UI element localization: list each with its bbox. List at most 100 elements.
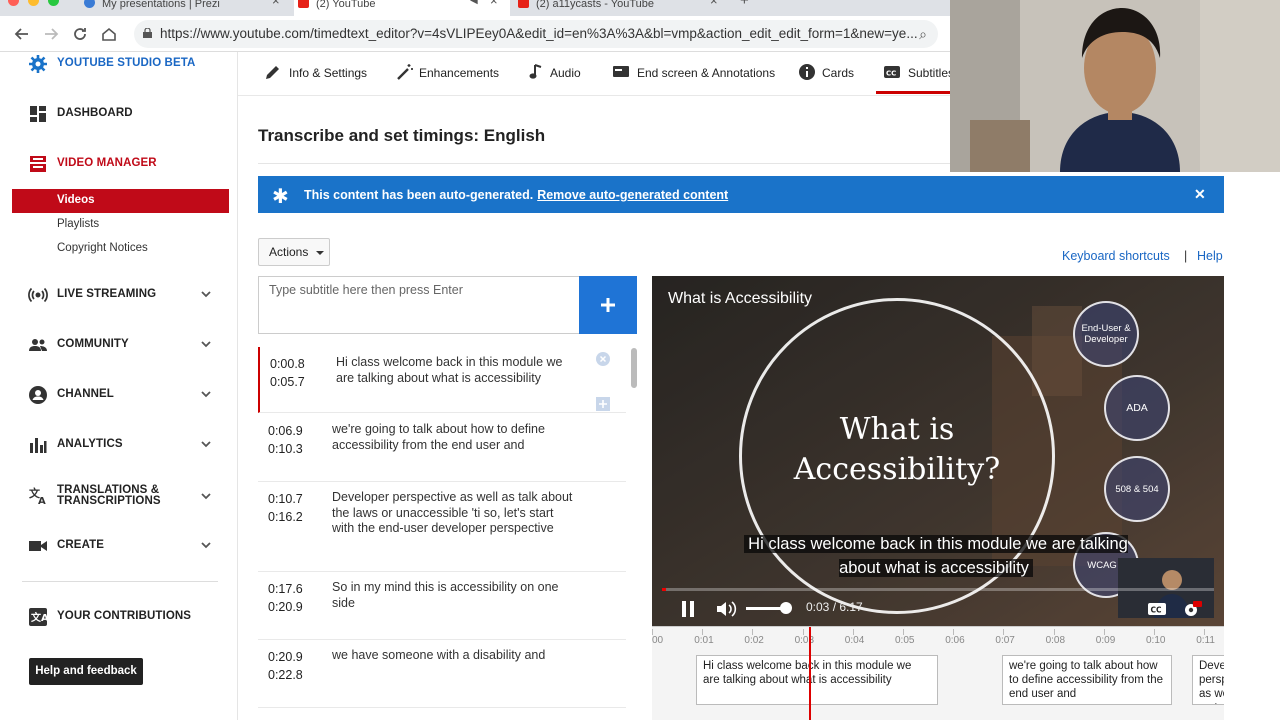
sidebar-subitem-copyright[interactable]: Copyright Notices — [57, 242, 148, 254]
tab-label: Cards — [822, 66, 855, 80]
help-link[interactable]: Help — [1197, 249, 1223, 263]
tab-cards[interactable]: Cards — [798, 62, 868, 86]
sidebar-label: COMMUNITY — [57, 338, 129, 350]
banner-message: This content has been auto-generated. Rem… — [304, 188, 728, 202]
close-tab-icon[interactable]: × — [710, 0, 718, 7]
plus-icon — [601, 298, 615, 312]
new-tab-button[interactable]: + — [736, 0, 756, 16]
caption-timeline[interactable]: 00 0:01 0:02 0:03 0:04 0:05 0:06 0:07 0:08 0:09 0:… — [652, 626, 1224, 720]
studio-brand[interactable]: YOUTUBE STUDIO BETA — [0, 52, 238, 76]
tab-enhancements[interactable]: Enhancements — [396, 62, 506, 86]
sidebar-subitem-playlists[interactable]: Playlists — [57, 218, 99, 230]
caption-row[interactable]: 0:00.8 0:05.7 Hi class welcome back in t… — [258, 347, 626, 413]
caption-text[interactable]: we have someone with a disability and — [332, 648, 578, 664]
live-streaming-icon — [28, 287, 48, 303]
tab-prezi[interactable]: My presentations | Prezi × — [80, 0, 290, 16]
caption-end-time[interactable]: 0:16.2 — [268, 508, 303, 526]
delete-caption-icon[interactable] — [596, 352, 610, 366]
subtitle-input[interactable]: Type subtitle here then press Enter — [258, 276, 580, 334]
url-text: https://www.youtube.com/timedtext_editor… — [160, 26, 918, 41]
remove-auto-generated-link[interactable]: Remove auto-generated content — [537, 188, 728, 202]
sidebar-item-dashboard[interactable]: DASHBOARD — [0, 102, 238, 126]
caption-start-time[interactable]: 0:10.7 — [268, 490, 303, 508]
tab-end-screen[interactable]: End screen & Annotations — [612, 62, 775, 86]
close-tab-icon[interactable]: × — [490, 0, 498, 7]
slide-title-line-2: Accessibility? — [793, 452, 1001, 487]
keyboard-shortcuts-link[interactable]: Keyboard shortcuts — [1062, 249, 1170, 263]
home-button[interactable] — [99, 24, 119, 44]
sidebar-item-analytics[interactable]: ANALYTICS — [0, 433, 238, 457]
tab-subtitles[interactable]: CC Subtitles — [883, 62, 953, 86]
sidebar-label: CREATE — [57, 539, 105, 551]
sidebar-item-translations[interactable]: 文A TRANSLATIONS & TRANSCRIPTIONS — [0, 483, 238, 511]
caption-text[interactable]: So in my mind this is accessibility on o… — [332, 580, 578, 611]
pause-icon[interactable] — [680, 600, 696, 618]
caption-row[interactable]: 0:17.6 0:20.9 So in my mind this is acce… — [258, 572, 626, 640]
tab-info-settings[interactable]: Info & Settings — [264, 62, 374, 86]
volume-knob[interactable] — [779, 602, 792, 614]
caption-list-scrollbar[interactable] — [631, 348, 637, 388]
timeline-caption-block[interactable]: Hi class welcome back in this module we … — [696, 655, 938, 705]
caption-row[interactable]: 0:10.7 0:16.2 Developer perspective as w… — [258, 482, 626, 572]
sidebar-item-videos-selected[interactable] — [12, 189, 229, 213]
sidebar-subitem-videos[interactable]: Videos — [57, 194, 95, 206]
timeline-caption-block[interactable]: Developer perspective as well as talk ab… — [1192, 655, 1224, 705]
settings-gear-icon[interactable] — [1182, 600, 1202, 618]
back-button[interactable] — [12, 24, 32, 44]
video-progress-bar[interactable] — [662, 588, 1214, 591]
caption-end-time[interactable]: 0:20.9 — [268, 598, 303, 616]
insert-caption-icon[interactable] — [596, 397, 610, 411]
caption-end-time[interactable]: 0:10.3 — [268, 440, 303, 458]
caption-start-time[interactable]: 0:00.8 — [270, 355, 305, 373]
caption-start-time[interactable]: 0:17.6 — [268, 580, 303, 598]
sidebar-label: VIDEO MANAGER — [57, 157, 157, 169]
sidebar-item-channel[interactable]: CHANNEL — [0, 383, 238, 407]
actions-dropdown[interactable]: Actions — [258, 238, 330, 266]
bar-chart-icon — [30, 438, 47, 453]
help-feedback-button[interactable]: Help and feedback — [29, 658, 143, 685]
tab-audio[interactable]: Audio — [528, 62, 588, 86]
close-banner-icon[interactable]: ✕ — [1194, 186, 1206, 203]
caption-text[interactable]: Developer perspective as well as talk ab… — [332, 490, 578, 537]
caption-start-time[interactable]: 0:20.9 — [268, 648, 303, 666]
tab-a11ycasts[interactable]: (2) a11ycasts - YouTube × — [514, 0, 728, 16]
minimize-window-icon[interactable] — [28, 0, 39, 6]
closed-caption-icon[interactable]: CC — [1147, 601, 1167, 617]
tab-youtube[interactable]: (2) YouTube ◀ × — [294, 0, 510, 16]
caption-start-time[interactable]: 0:06.9 — [268, 422, 303, 440]
caption-end-time[interactable]: 0:05.7 — [270, 373, 305, 391]
sidebar-item-create[interactable]: CREATE — [0, 534, 238, 558]
close-tab-icon[interactable]: × — [272, 0, 280, 7]
sidebar-divider — [22, 581, 218, 582]
close-window-icon[interactable] — [8, 0, 19, 6]
end-screen-icon — [613, 66, 629, 77]
star-icon: ✱ — [272, 186, 289, 208]
sidebar-item-video-manager[interactable]: VIDEO MANAGER — [0, 152, 238, 176]
caption-end-time[interactable]: 0:22.8 — [268, 666, 303, 684]
caption-row[interactable]: 0:20.9 0:22.8 we have someone with a dis… — [258, 640, 626, 708]
add-subtitle-button[interactable] — [579, 276, 637, 334]
chevron-down-icon — [201, 493, 211, 500]
timeline-caption-block[interactable]: we're going to talk about how to define … — [1002, 655, 1172, 705]
reload-icon — [74, 28, 86, 40]
sidebar-item-live-streaming[interactable]: LIVE STREAMING — [0, 283, 238, 307]
maximize-window-icon[interactable] — [48, 0, 59, 6]
sidebar-item-contributions[interactable]: 文A YOUR CONTRIBUTIONS — [0, 605, 238, 629]
caption-row[interactable]: 0:06.9 0:10.3 we're going to talk about … — [258, 414, 626, 482]
magic-wand-icon — [397, 64, 413, 80]
audio-playing-icon[interactable]: ◀ — [470, 0, 478, 6]
address-bar[interactable]: https://www.youtube.com/timedtext_editor… — [134, 20, 938, 48]
closed-caption-icon: CC — [884, 66, 900, 78]
video-player[interactable]: What is Accessibility What is Accessibili… — [652, 276, 1224, 626]
forward-button[interactable] — [41, 24, 61, 44]
caption-text[interactable]: we're going to talk about how to define … — [332, 422, 578, 453]
timeline-playhead[interactable] — [809, 627, 811, 720]
reload-button[interactable] — [70, 24, 90, 44]
volume-icon[interactable] — [716, 600, 738, 618]
timeline-tick-label: 00 — [652, 635, 664, 646]
caption-text[interactable]: Hi class welcome back in this module we … — [336, 355, 582, 386]
sidebar-item-community[interactable]: COMMUNITY — [0, 333, 238, 357]
video-progress-fill — [662, 588, 667, 591]
zoom-icon[interactable]: ⌕ — [913, 24, 933, 44]
timeline-tick-label: 0:11 — [1196, 635, 1215, 646]
